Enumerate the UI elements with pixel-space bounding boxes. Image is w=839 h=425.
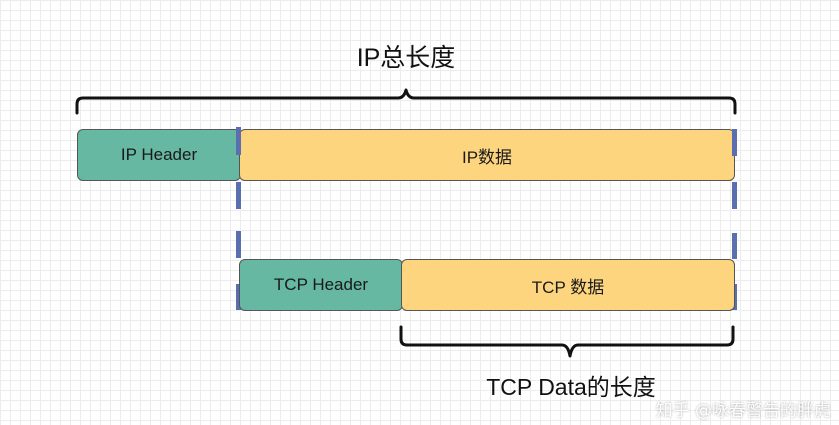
- ip-data-box: IP数据: [239, 129, 735, 181]
- boundary-tick-left-middle: [236, 182, 241, 209]
- tcp-data-length-label: TCP Data的长度: [486, 374, 656, 400]
- boundary-tick-left-upper: [236, 127, 241, 155]
- ip-header-box: IP Header: [77, 129, 241, 181]
- diagram-canvas: IP总长度 IP Header IP数据 TCP Header TCP 数据 T…: [0, 0, 839, 425]
- ip-total-length-label: IP总长度: [356, 44, 456, 72]
- tcp-header-box: TCP Header: [239, 259, 403, 311]
- boundary-tick-right-middle: [732, 182, 737, 209]
- boundary-tick-right-upper: [732, 129, 737, 156]
- tcp-data-box: TCP 数据: [401, 259, 735, 311]
- watermark: 知乎 @咏春警告的胖虎: [655, 401, 831, 421]
- boundary-tick-right-lower: [732, 233, 737, 259]
- boundary-tick-left-lower: [236, 231, 241, 258]
